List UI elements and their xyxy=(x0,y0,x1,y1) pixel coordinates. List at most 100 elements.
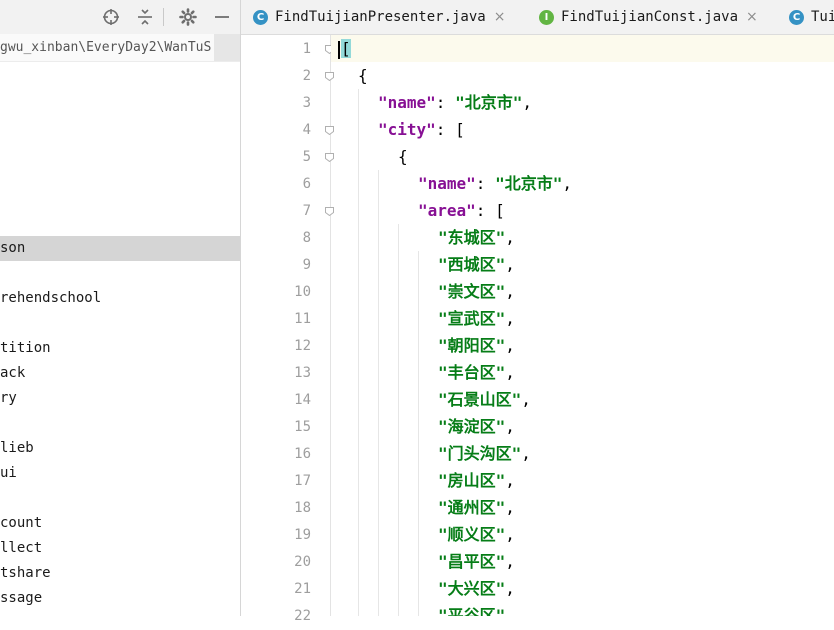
json-key: "name" xyxy=(378,93,436,112)
code-line-8: "东城区", xyxy=(438,224,515,251)
code-line-7: "area": [ xyxy=(418,197,505,224)
json-string: "石景山区" xyxy=(438,390,522,409)
line-number: 12 xyxy=(294,338,311,354)
code-line-3: "name": "北京市", xyxy=(378,89,532,116)
line-number: 6 xyxy=(302,176,311,192)
json-string: "通州区" xyxy=(438,498,506,517)
tree-item-label: tition xyxy=(0,340,51,356)
line-number: 1 xyxy=(302,41,311,57)
tree-item[interactable]: count xyxy=(0,511,240,536)
tree-item-label: count xyxy=(0,515,43,531)
code-line-10: "崇文区", xyxy=(438,278,515,305)
code-token: : xyxy=(435,120,456,139)
tree-item[interactable]: ssage xyxy=(0,586,240,611)
code-line-1: [ xyxy=(338,35,351,62)
crosshair-icon[interactable] xyxy=(101,7,121,27)
indent-guide xyxy=(378,170,379,616)
collapse-icon[interactable] xyxy=(135,7,155,27)
code-token: [ xyxy=(495,201,505,220)
json-string: "门头沟区" xyxy=(438,444,522,463)
tree-item[interactable]: ack xyxy=(0,361,240,386)
code-token: { xyxy=(398,147,408,166)
tree-item[interactable]: son xyxy=(0,236,240,261)
close-icon[interactable]: × xyxy=(494,9,506,25)
tree-item[interactable]: ry xyxy=(0,386,240,411)
tab-label: FindTuijianConst.java xyxy=(561,9,739,25)
json-string: "北京市" xyxy=(455,93,523,112)
code-line-11: "宣武区", xyxy=(438,305,515,332)
code-token: : xyxy=(475,201,496,220)
line-number: 22 xyxy=(294,608,311,624)
line-number: 4 xyxy=(302,122,311,138)
line-number: 19 xyxy=(294,527,311,543)
code-token: , xyxy=(505,552,515,571)
code-line-21: "大兴区", xyxy=(438,575,515,602)
line-number: 9 xyxy=(302,257,311,273)
json-string: "西城区" xyxy=(438,255,506,274)
tree-item-label: son xyxy=(0,240,26,256)
json-string: "东城区" xyxy=(438,228,506,247)
code-token: [ xyxy=(455,120,465,139)
tree-item-label: ui xyxy=(0,465,17,481)
line-number: 14 xyxy=(294,392,311,408)
minimize-icon[interactable] xyxy=(212,7,232,27)
code-line-4: "city": [ xyxy=(378,116,465,143)
code-line-18: "通州区", xyxy=(438,494,515,521)
code-token: , xyxy=(562,174,572,193)
editor-tab-bar: C FindTuijianPresenter.java × I FindTuij… xyxy=(241,0,834,35)
json-string: "昌平区" xyxy=(438,552,506,571)
gear-icon[interactable] xyxy=(178,7,198,27)
code-token: , xyxy=(505,417,515,436)
line-number: 20 xyxy=(294,554,311,570)
code-token: , xyxy=(505,363,515,382)
line-number: 10 xyxy=(294,284,311,300)
code-token: , xyxy=(522,93,532,112)
tree-item[interactable]: rehendschool xyxy=(0,286,240,311)
json-string: "大兴区" xyxy=(438,579,506,598)
class-file-icon: C xyxy=(789,9,804,25)
tree-item[interactable]: lieb xyxy=(0,436,240,461)
indent-guide xyxy=(358,89,359,616)
code-token: , xyxy=(505,471,515,490)
json-string: "朝阳区" xyxy=(438,336,506,355)
code-line-13: "丰台区", xyxy=(438,359,515,386)
tab-tui[interactable]: C Tui xyxy=(789,0,834,34)
class-file-icon: C xyxy=(253,9,268,25)
toolbar-separator xyxy=(163,8,164,26)
tree-item-label: ack xyxy=(0,365,26,381)
close-icon[interactable]: × xyxy=(746,9,758,25)
code-editor[interactable]: [ { "name": "北京市", "city": [ { "name": "… xyxy=(331,35,834,616)
json-string: "崇文区" xyxy=(438,282,506,301)
tab-findtuijianpresenter[interactable]: C FindTuijianPresenter.java × xyxy=(253,0,505,34)
tree-item[interactable]: tition xyxy=(0,336,240,361)
code-line-16: "门头沟区", xyxy=(438,440,531,467)
project-path: gwu_xinban\EveryDay2\WanTuS xyxy=(0,34,240,62)
json-string: "北京市" xyxy=(495,174,563,193)
line-number: 13 xyxy=(294,365,311,381)
line-number: 11 xyxy=(294,311,311,327)
project-path-text: gwu_xinban\EveryDay2\WanTuS xyxy=(0,40,212,55)
indent-guide xyxy=(398,224,399,616)
code-line-22: "平谷区", xyxy=(438,602,515,616)
line-number: 17 xyxy=(294,473,311,489)
tree-item-label: llect xyxy=(0,540,43,556)
tree-item[interactable]: tshare xyxy=(0,561,240,586)
tree-item[interactable]: llect xyxy=(0,536,240,561)
tree-item-label: lieb xyxy=(0,440,34,456)
code-token: , xyxy=(505,579,515,598)
code-token: , xyxy=(521,444,531,463)
json-string: "平谷区" xyxy=(438,606,506,616)
tab-findtuijianconst[interactable]: I FindTuijianConst.java × xyxy=(539,0,758,34)
code-token: : xyxy=(435,93,456,112)
interface-file-icon: I xyxy=(539,9,554,25)
code-token: , xyxy=(505,525,515,544)
json-string: "房山区" xyxy=(438,471,506,490)
json-key: "area" xyxy=(418,201,476,220)
tree-item[interactable]: ui xyxy=(0,461,240,486)
line-number: 7 xyxy=(302,203,311,219)
code-token: , xyxy=(505,336,515,355)
json-key: "city" xyxy=(378,120,436,139)
json-string: "宣武区" xyxy=(438,309,506,328)
line-number: 18 xyxy=(294,500,311,516)
code-line-12: "朝阳区", xyxy=(438,332,515,359)
